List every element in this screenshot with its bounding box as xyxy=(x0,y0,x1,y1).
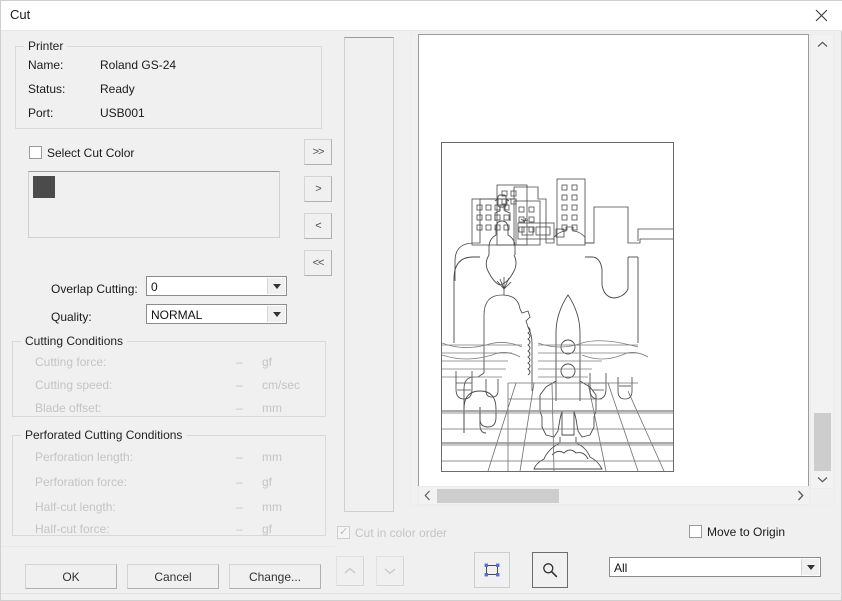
printer-name-value: Roland GS-24 xyxy=(100,58,177,72)
change-button-label: Change... xyxy=(248,569,302,584)
change-button[interactable]: Change... xyxy=(229,564,321,589)
perforation-force-label: Perforation force: xyxy=(35,475,128,489)
move-all-right-button[interactable]: >> xyxy=(304,139,332,165)
chevron-down-icon xyxy=(817,476,828,483)
space-shuttle-launch-cut-outline xyxy=(442,178,673,471)
preview-horizontal-scrollbar[interactable] xyxy=(418,486,810,505)
cutting-force-unit: gf xyxy=(262,355,273,369)
perforation-length-label: Perforation length: xyxy=(35,450,134,464)
check-mark-icon: ✓ xyxy=(339,526,349,538)
zoom-button[interactable] xyxy=(532,552,568,588)
printer-port-value: USB001 xyxy=(100,106,145,120)
move-left-label: < xyxy=(315,220,322,232)
quality-chevron-down-icon[interactable] xyxy=(267,306,285,322)
half-cut-force-label: Half-cut force: xyxy=(35,522,110,536)
cut-color-list[interactable] xyxy=(28,171,280,238)
title-divider xyxy=(1,30,842,31)
cutting-conditions-group-label: Cutting Conditions xyxy=(21,334,128,348)
vertical-scroll-thumb[interactable] xyxy=(814,413,831,471)
ok-button[interactable]: OK xyxy=(25,564,117,589)
half-cut-length-unit: mm xyxy=(262,500,282,514)
chevron-up-icon xyxy=(344,567,356,575)
move-all-right-label: >> xyxy=(312,146,325,158)
cut-order-list[interactable] xyxy=(344,37,394,512)
move-up-button[interactable] xyxy=(336,556,364,586)
scroll-up-button[interactable] xyxy=(811,35,833,53)
half-cut-length-value: – xyxy=(236,500,243,514)
cut-dialog: Cut Printer Name: Roland GS-24 Status: R… xyxy=(0,0,842,601)
move-all-left-label: << xyxy=(312,257,325,269)
move-left-button[interactable]: < xyxy=(304,213,332,239)
close-button[interactable] xyxy=(799,1,842,30)
left-panel-divider xyxy=(1,546,335,547)
cancel-button-label: Cancel xyxy=(154,569,192,584)
magnifier-icon xyxy=(541,561,559,579)
chevron-down-icon xyxy=(384,567,396,575)
move-all-left-button[interactable]: << xyxy=(304,250,332,276)
scope-value: All xyxy=(614,561,628,575)
move-right-label: > xyxy=(315,183,322,195)
printer-group-label: Printer xyxy=(24,39,68,53)
perforation-length-unit: mm xyxy=(262,450,282,464)
move-to-origin-label: Move to Origin xyxy=(707,525,786,539)
chevron-left-icon xyxy=(424,490,431,501)
scope-select[interactable]: All xyxy=(609,557,821,577)
scroll-down-button[interactable] xyxy=(811,470,833,488)
cut-in-color-order-checkbox[interactable]: ✓ xyxy=(337,526,350,539)
scroll-left-button[interactable] xyxy=(419,487,436,504)
close-icon xyxy=(815,9,828,22)
perforation-length-value: – xyxy=(236,450,243,464)
half-cut-length-label: Half-cut length: xyxy=(35,500,116,514)
select-cut-color-label: Select Cut Color xyxy=(47,146,135,160)
window-title: Cut xyxy=(10,7,31,22)
cutting-speed-value: – xyxy=(236,378,243,392)
blade-offset-unit: mm xyxy=(262,401,282,415)
cutting-speed-unit: cm/sec xyxy=(262,378,301,392)
perforation-force-unit: gf xyxy=(262,475,273,489)
printer-name-label: Name: xyxy=(28,58,64,72)
move-right-button[interactable]: > xyxy=(304,176,332,202)
overlap-cutting-value: 0 xyxy=(151,280,158,294)
half-cut-force-unit: gf xyxy=(262,522,273,536)
quality-select[interactable]: NORMAL xyxy=(146,304,287,324)
quality-value: NORMAL xyxy=(151,308,203,322)
quality-label: Quality: xyxy=(51,310,92,324)
fit-to-selection-icon xyxy=(483,561,501,579)
cutting-speed-label: Cutting speed: xyxy=(35,378,113,392)
printer-status-label: Status: xyxy=(28,82,66,96)
fit-to-selection-button[interactable] xyxy=(474,552,510,588)
preview-vertical-scrollbar[interactable] xyxy=(810,34,834,489)
overlap-cutting-chevron-down-icon[interactable] xyxy=(267,278,285,294)
cutting-force-label: Cutting force: xyxy=(35,355,107,369)
cutting-force-value: – xyxy=(236,355,243,369)
perforation-force-value: – xyxy=(236,475,243,489)
blade-offset-label: Blade offset: xyxy=(35,401,102,415)
half-cut-force-value: – xyxy=(236,522,243,536)
title-bar: Cut xyxy=(1,1,842,30)
select-cut-color-checkbox[interactable] xyxy=(29,146,42,159)
perforated-cutting-conditions-group-label: Perforated Cutting Conditions xyxy=(21,428,187,442)
blade-offset-value: – xyxy=(236,401,243,415)
overlap-cutting-select[interactable]: 0 xyxy=(146,276,287,296)
cancel-button[interactable]: Cancel xyxy=(127,564,219,589)
chevron-right-icon xyxy=(797,490,804,501)
horizontal-scroll-thumb[interactable] xyxy=(437,489,559,503)
preview-artwork[interactable] xyxy=(441,142,674,472)
overlap-cutting-label: Overlap Cutting: xyxy=(51,282,138,296)
move-to-origin-checkbox[interactable] xyxy=(689,525,702,538)
move-down-button[interactable] xyxy=(376,556,404,586)
cut-in-color-order-label: Cut in color order xyxy=(355,526,448,540)
scroll-right-button[interactable] xyxy=(792,487,809,504)
scope-chevron-down-icon[interactable] xyxy=(801,559,819,575)
ok-button-label: OK xyxy=(62,569,80,584)
cut-color-swatch[interactable] xyxy=(33,176,55,198)
printer-status-value: Ready xyxy=(100,82,135,96)
bottom-divider xyxy=(1,593,842,594)
chevron-up-icon xyxy=(817,40,828,48)
printer-port-label: Port: xyxy=(28,106,54,120)
